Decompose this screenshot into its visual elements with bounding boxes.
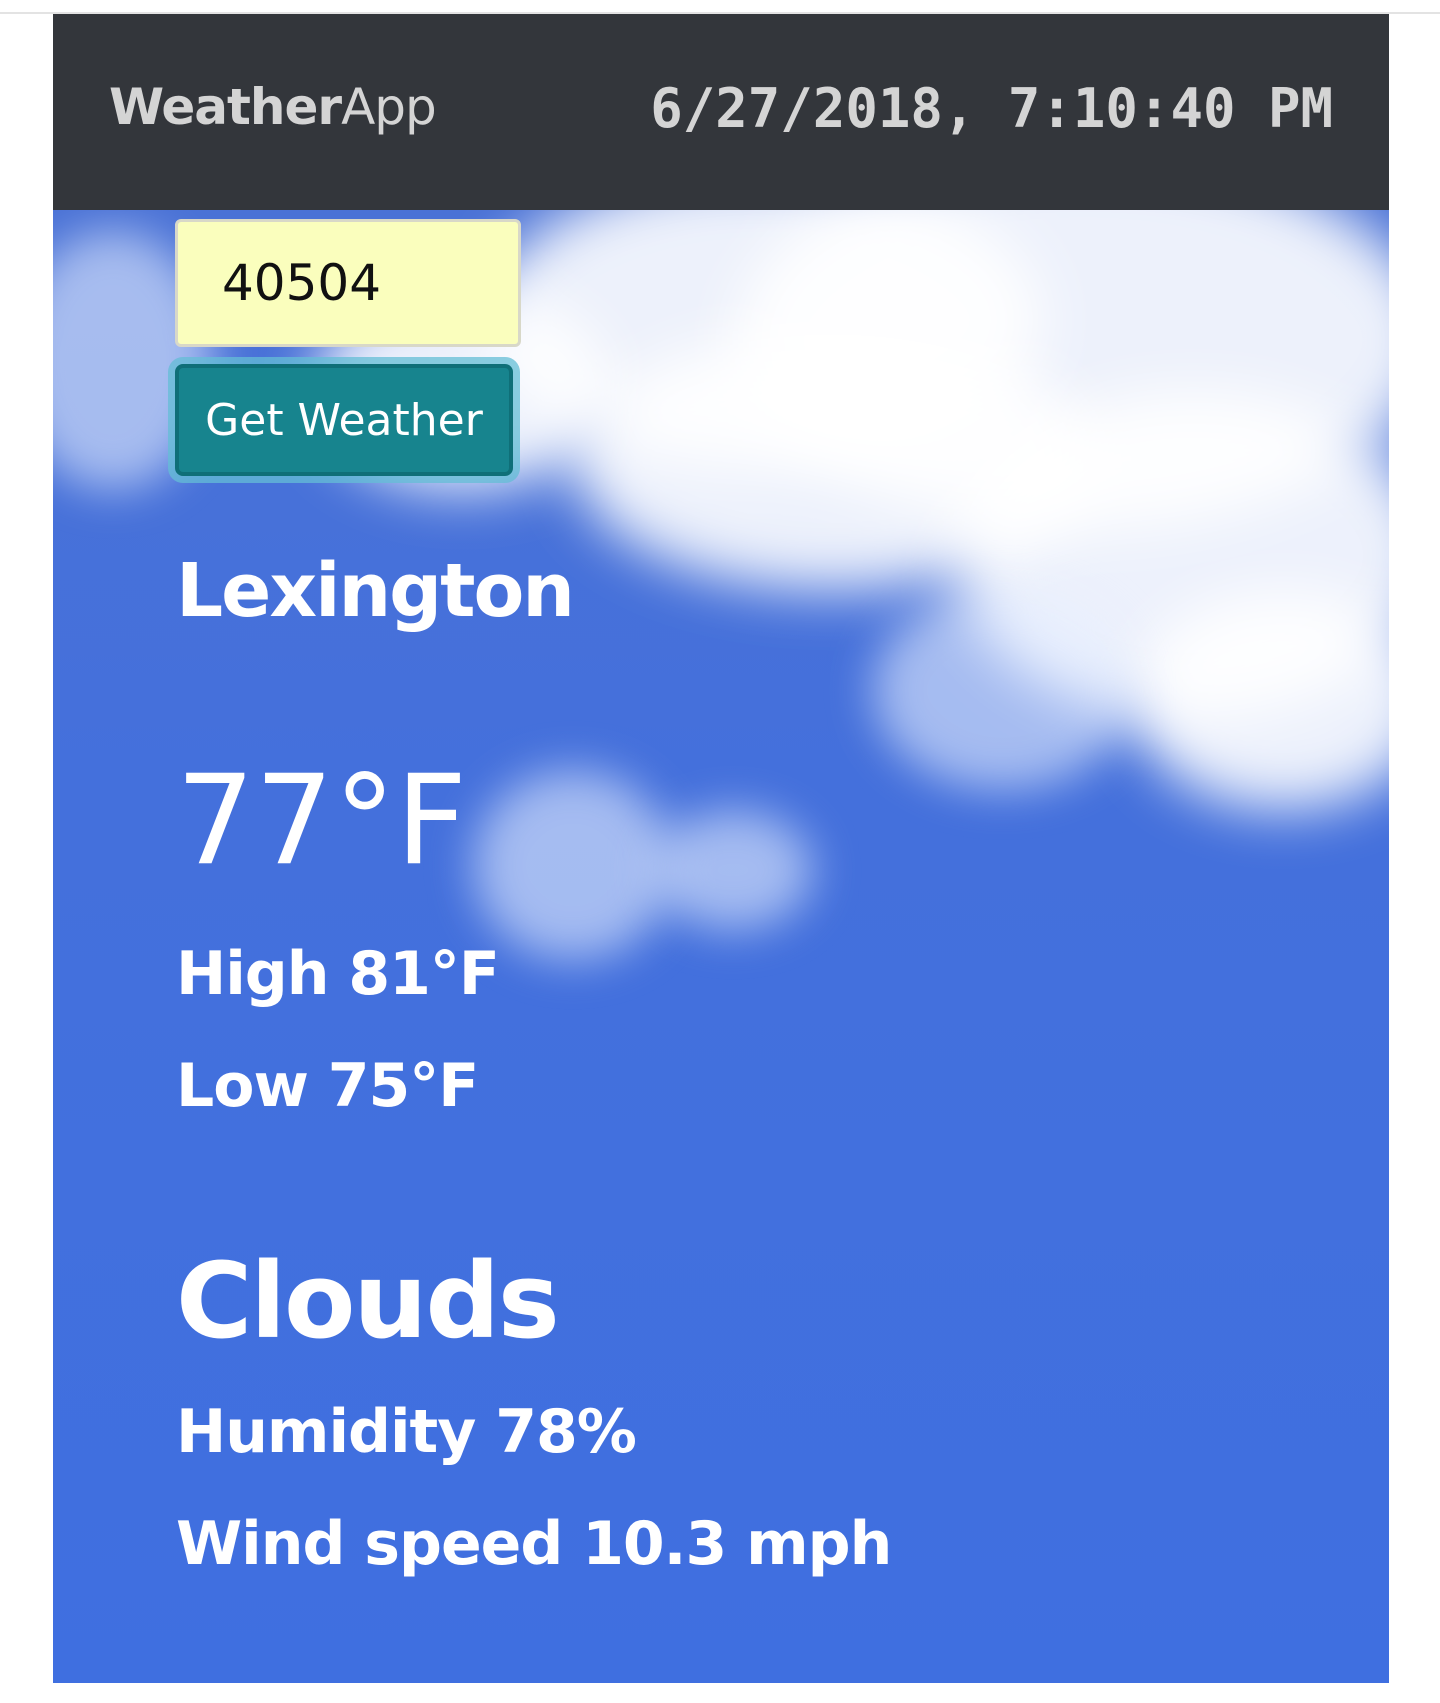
humidity: Humidity 78% [176, 1397, 637, 1467]
weather-app: WeatherApp 6/27/2018, 7:10:40 PM Get Wea… [53, 14, 1389, 1683]
weather-condition: Clouds [176, 1240, 560, 1362]
brand-name-bold: Weather [109, 78, 342, 136]
navbar: WeatherApp 6/27/2018, 7:10:40 PM [53, 14, 1389, 210]
brand-name-light: App [341, 78, 437, 136]
high-temperature: High 81°F [176, 939, 500, 1009]
low-temperature: Low 75°F [176, 1051, 479, 1121]
brand-logo[interactable]: WeatherApp [109, 82, 437, 132]
zip-code-input[interactable] [175, 219, 521, 347]
get-weather-button[interactable]: Get Weather [175, 364, 513, 476]
current-datetime: 6/27/2018, 7:10:40 PM [650, 77, 1333, 140]
browser-top-strip [0, 0, 1440, 14]
wind-speed: Wind speed 10.3 mph [176, 1509, 892, 1579]
current-temperature: 77°F [176, 749, 468, 893]
city-name: Lexington [176, 548, 575, 634]
